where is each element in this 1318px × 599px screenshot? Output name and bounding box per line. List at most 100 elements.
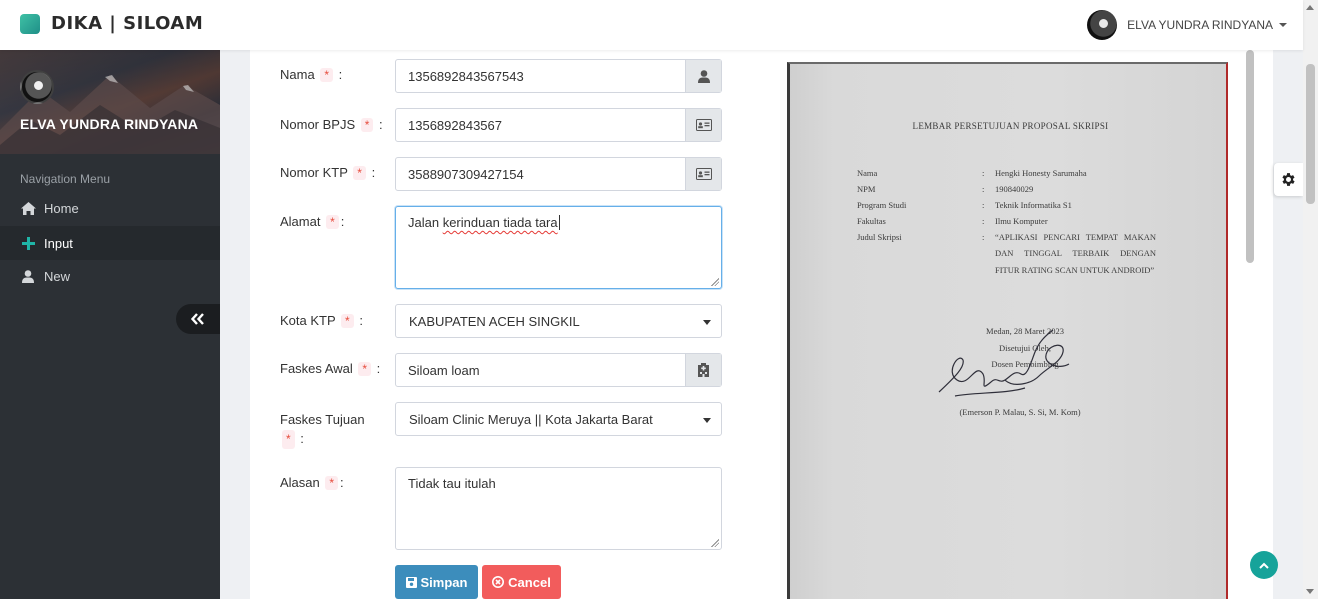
document-field-value: Ilmu Komputer bbox=[995, 216, 1048, 226]
document-colon: : bbox=[982, 232, 985, 242]
id-card-icon bbox=[685, 158, 721, 190]
alamat-textarea[interactable]: Jalan kerinduan tiada tara​ bbox=[395, 206, 722, 289]
text-cursor: ​ bbox=[558, 215, 560, 230]
preview-scrollbar[interactable] bbox=[1246, 50, 1254, 263]
document-colon: : bbox=[982, 184, 985, 194]
alamat-label: Alamat *: bbox=[280, 214, 345, 229]
document-supervisor-name: (Emerson P. Malau, S. Si, M. Kom) bbox=[959, 407, 1081, 417]
sidebar-collapse-button[interactable] bbox=[176, 304, 220, 334]
home-icon bbox=[20, 200, 36, 216]
document-colon: : bbox=[982, 168, 985, 178]
document-colon: : bbox=[982, 216, 985, 226]
required-mark: * bbox=[320, 68, 333, 82]
required-mark: * bbox=[325, 476, 339, 490]
hospital-icon bbox=[685, 354, 721, 386]
scrollbar-thumb[interactable] bbox=[1306, 64, 1315, 204]
app-title: DIKA | SILOAM bbox=[51, 13, 204, 34]
sidebar-item-input[interactable]: Input bbox=[0, 226, 220, 260]
alasan-value: Tidak tau itulah bbox=[408, 476, 496, 491]
faskes-awal-label: Faskes Awal * : bbox=[280, 361, 381, 376]
caret-down-icon bbox=[1279, 23, 1287, 27]
required-mark: * bbox=[341, 314, 354, 328]
required-mark: * bbox=[282, 430, 295, 449]
document-field-key: NPM bbox=[857, 184, 876, 194]
document-field-value: 190840029 bbox=[995, 184, 1034, 194]
document-field-key: Program Studi bbox=[857, 200, 907, 210]
faskes-tujuan-label: Faskes Tujuan * : bbox=[280, 410, 365, 449]
alasan-label: Alasan *: bbox=[280, 475, 344, 490]
save-button[interactable]: Simpan bbox=[395, 565, 478, 599]
kota-select[interactable]: KABUPATEN ACEH SINGKIL bbox=[395, 304, 722, 338]
cancel-label: Cancel bbox=[508, 574, 551, 590]
required-mark: * bbox=[358, 362, 372, 376]
sidebar-item-label: Home bbox=[44, 200, 79, 216]
document-preview: LEMBAR PERSETUJUAN PROPOSAL SKRIPSI Nama… bbox=[787, 62, 1228, 599]
document-field-key: Nama bbox=[857, 168, 878, 178]
scroll-up-arrow-icon[interactable] bbox=[1306, 5, 1314, 10]
save-label: Simpan bbox=[420, 574, 468, 590]
nama-field[interactable]: 1356892843567543 bbox=[395, 59, 722, 93]
ktp-value[interactable]: 3588907309427154 bbox=[396, 158, 685, 190]
user-icon bbox=[20, 268, 36, 284]
required-mark: * bbox=[353, 166, 366, 180]
document-title: LEMBAR PERSETUJUAN PROPOSAL SKRIPSI bbox=[912, 121, 1109, 131]
faskes-awal-field[interactable]: Siloam loam bbox=[395, 353, 722, 387]
ktp-field[interactable]: 3588907309427154 bbox=[395, 157, 722, 191]
sidebar-item-label: Input bbox=[44, 235, 73, 251]
required-mark: * bbox=[360, 118, 374, 132]
document-field-key: Judul Skripsi bbox=[857, 232, 902, 242]
user-menu[interactable]: ELVA YUNDRA RINDYANA bbox=[1087, 10, 1287, 40]
faskes-awal-value[interactable]: Siloam loam bbox=[396, 354, 685, 386]
document-colon: : bbox=[982, 200, 985, 210]
resize-handle[interactable] bbox=[711, 278, 719, 286]
brand[interactable]: DIKA | SILOAM bbox=[20, 13, 203, 34]
scroll-down-arrow-icon[interactable] bbox=[1306, 589, 1314, 594]
document-field-value: Hengki Honesty Sarumaha bbox=[995, 168, 1087, 178]
floppy-icon bbox=[405, 576, 417, 588]
top-navbar: DIKA | SILOAM ELVA YUNDRA RINDYANA bbox=[0, 0, 1303, 50]
brand-logo-icon bbox=[20, 13, 40, 34]
alamat-value-misspelled: kerinduan tiada tara bbox=[442, 215, 558, 230]
nama-value[interactable]: 1356892843567543 bbox=[396, 60, 685, 92]
ktp-label: Nomor KTP * : bbox=[280, 165, 376, 180]
plus-icon bbox=[20, 235, 36, 251]
sidebar-avatar bbox=[20, 70, 54, 104]
settings-button[interactable] bbox=[1274, 163, 1303, 196]
bpjs-value[interactable]: 1356892843567 bbox=[396, 109, 685, 141]
caret-down-icon bbox=[703, 320, 711, 325]
document-field-value: Teknik Informatika S1 bbox=[995, 200, 1072, 210]
back-to-top-button[interactable] bbox=[1250, 551, 1278, 579]
caret-down-icon bbox=[703, 418, 711, 423]
resize-handle[interactable] bbox=[711, 539, 719, 547]
avatar bbox=[1087, 10, 1118, 40]
user-menu-name: ELVA YUNDRA RINDYANA bbox=[1127, 18, 1273, 32]
alasan-textarea[interactable]: Tidak tau itulah bbox=[395, 467, 722, 550]
kota-value: KABUPATEN ACEH SINGKIL bbox=[409, 313, 580, 329]
signature-image bbox=[938, 329, 1070, 397]
document-field-key: Fakultas bbox=[857, 216, 886, 226]
cancel-button[interactable]: Cancel bbox=[482, 565, 561, 599]
double-chevron-left-icon bbox=[191, 313, 204, 325]
required-mark: * bbox=[326, 215, 339, 229]
user-icon bbox=[685, 60, 721, 92]
chevron-up-icon bbox=[1259, 562, 1269, 569]
sidebar-item-label: New bbox=[44, 268, 71, 284]
id-card-icon bbox=[685, 109, 721, 141]
faskes-tujuan-value: Siloam Clinic Meruya || Kota Jakarta Bar… bbox=[409, 411, 653, 427]
nama-label: Nama * : bbox=[280, 67, 343, 82]
gear-icon bbox=[1282, 173, 1295, 186]
bpjs-label: Nomor BPJS * : bbox=[280, 117, 383, 132]
faskes-tujuan-select[interactable]: Siloam Clinic Meruya || Kota Jakarta Bar… bbox=[395, 402, 722, 436]
kota-label: Kota KTP * : bbox=[280, 313, 363, 328]
page-scrollbar[interactable] bbox=[1303, 0, 1318, 599]
document-thesis-title: “APLIKASI PENCARI TEMPAT MAKAN DAN TINGG… bbox=[995, 232, 1156, 275]
sidebar-item-new[interactable]: New bbox=[0, 259, 220, 293]
times-circle-icon bbox=[492, 576, 505, 588]
bpjs-field[interactable]: 1356892843567 bbox=[395, 108, 722, 142]
sidebar-item-home[interactable]: Home bbox=[0, 191, 220, 225]
sidebar-user-name: ELVA YUNDRA RINDYANA bbox=[20, 116, 199, 132]
alamat-value: Jalan bbox=[408, 215, 443, 230]
sidebar-profile: ELVA YUNDRA RINDYANA bbox=[0, 50, 220, 154]
nav-heading: Navigation Menu bbox=[20, 172, 111, 186]
sidebar: ELVA YUNDRA RINDYANA Navigation Menu Hom… bbox=[0, 50, 220, 599]
